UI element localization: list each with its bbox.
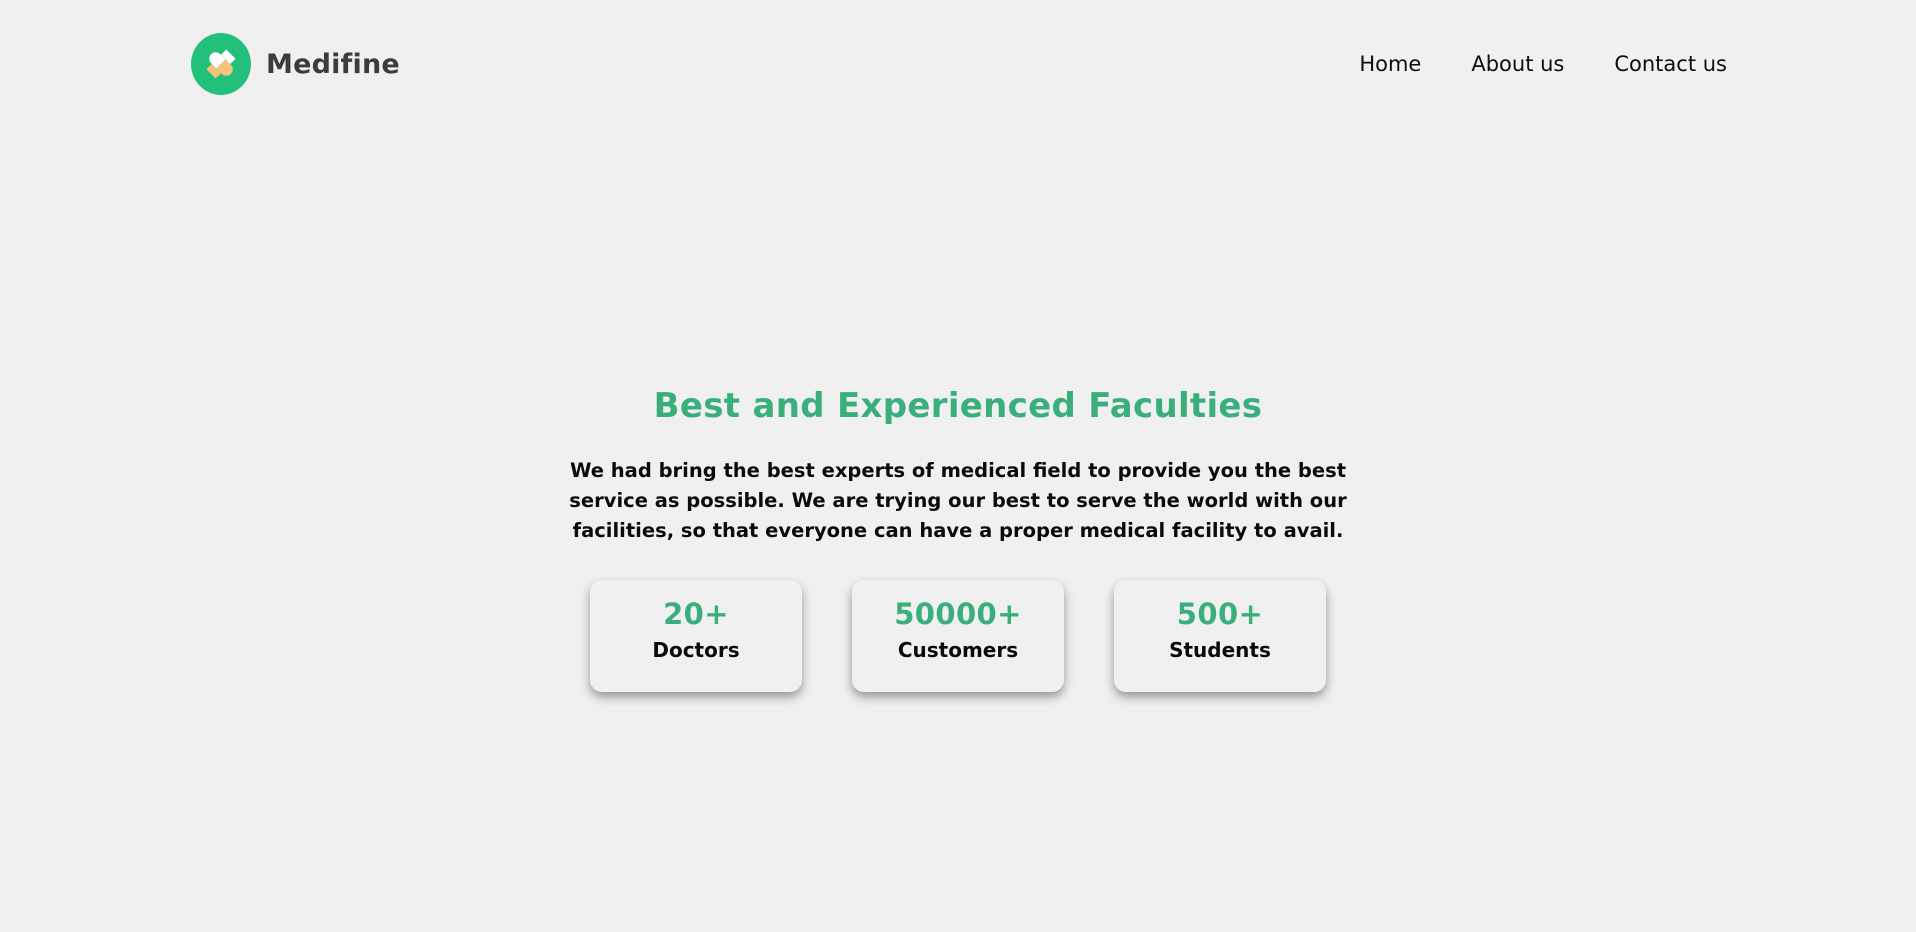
- stats-section: 20+ Doctors 50000+ Customers 500+ Studen…: [590, 580, 1326, 692]
- nav-link-contact-us[interactable]: Contact us: [1614, 52, 1727, 76]
- stat-label: Customers: [897, 638, 1019, 662]
- stat-value: 500+: [1176, 597, 1264, 631]
- stat-label: Students: [1169, 638, 1271, 662]
- hero-description: We had bring the best experts of medical…: [569, 459, 1347, 542]
- nav-link-about-us[interactable]: About us: [1471, 52, 1564, 76]
- brand-logo-link[interactable]: Medifine: [191, 33, 400, 95]
- page: Medifine Home About us Contact us Best a…: [0, 0, 1916, 932]
- pill-icon: [191, 33, 251, 95]
- stat-card-students: 500+ Students: [1114, 580, 1326, 692]
- hero-section: Best and Experienced Faculties We had br…: [0, 380, 1916, 546]
- nav-link-home[interactable]: Home: [1359, 52, 1421, 76]
- stat-value: 50000+: [894, 597, 1022, 631]
- hero-title: Best and Experienced Faculties: [653, 386, 1263, 426]
- site-header: Medifine Home About us Contact us: [0, 0, 1916, 130]
- brand-name: Medifine: [266, 48, 400, 80]
- stat-card-doctors: 20+ Doctors: [590, 580, 802, 692]
- stat-label: Doctors: [652, 638, 740, 662]
- stat-value: 20+: [663, 597, 729, 631]
- main-nav: Home About us Contact us: [1359, 52, 1727, 76]
- stat-card-customers: 50000+ Customers: [852, 580, 1064, 692]
